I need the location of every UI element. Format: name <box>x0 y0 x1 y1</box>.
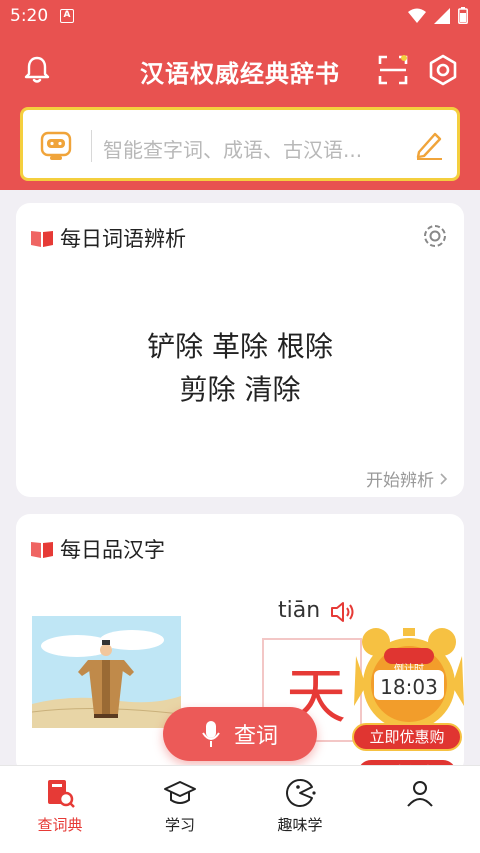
search-divider <box>91 130 92 162</box>
robot-assistant-icon[interactable] <box>39 128 73 162</box>
book-icon <box>31 542 53 558</box>
countdown-label: 倒计时 <box>394 664 424 675</box>
app-header: 5:20 A 汉语权威经典辞书 智能查字词、成语、古汉语... <box>0 0 480 190</box>
bell-icon[interactable] <box>22 54 52 84</box>
system-icons <box>408 7 468 24</box>
daily-words-card[interactable]: 每日词语辨析 铲除 革除 根除 剪除 清除 开始辨析 <box>16 203 464 497</box>
word-line-1: 铲除 革除 根除 <box>147 330 333 363</box>
system-nav-bar <box>0 846 480 853</box>
signal-icon <box>434 7 450 24</box>
tab-study-label: 学习 <box>164 816 195 834</box>
battery-icon <box>458 7 468 24</box>
scan-icon[interactable] <box>377 54 409 86</box>
book-icon <box>31 231 53 247</box>
word-line-2: 剪除 清除 <box>179 373 301 406</box>
graduation-cap-icon <box>164 781 196 804</box>
pinyin-text: tiān <box>278 598 321 623</box>
daily-character-header: 每日品汉字 <box>30 534 165 564</box>
wifi-icon <box>408 8 426 23</box>
bottom-tab-bar: 查词典 学习 趣味学 <box>0 765 480 853</box>
settings-gear-icon[interactable] <box>420 221 450 251</box>
search-bar[interactable]: 智能查字词、成语、古汉语... <box>20 107 460 181</box>
profile-icon <box>407 781 433 807</box>
tab-fun-learning-label: 趣味学 <box>277 816 323 834</box>
word-group: 铲除 革除 根除 剪除 清除 <box>16 325 464 411</box>
voice-search-label: 查词 <box>233 724 278 749</box>
game-icon <box>286 779 316 807</box>
countdown-time: 18:03 <box>380 675 438 699</box>
character-illustration[interactable] <box>32 616 181 728</box>
buy-now-button[interactable]: 立即优惠购 <box>352 723 462 751</box>
start-analysis-link[interactable]: 开始辨析 <box>366 466 448 491</box>
tab-fun-learning[interactable]: 趣味学 <box>255 776 345 835</box>
tab-study[interactable]: 学习 <box>135 776 225 835</box>
top-nav: 汉语权威经典辞书 <box>0 48 480 92</box>
handwriting-pen-icon[interactable] <box>413 128 445 160</box>
tab-dictionary[interactable]: 查词典 <box>15 776 105 835</box>
voice-search-button[interactable]: 查词 <box>163 707 317 761</box>
daily-words-title: 每日词语辨析 <box>60 227 186 251</box>
start-analysis-label: 开始辨析 <box>366 471 434 491</box>
daily-words-header: 每日词语辨析 <box>30 223 186 253</box>
app-notification-icon: A <box>60 9 74 23</box>
search-input[interactable]: 智能查字词、成语、古汉语... <box>103 134 403 163</box>
tab-dictionary-label: 查词典 <box>37 816 83 834</box>
daily-character-title: 每日品汉字 <box>60 538 165 562</box>
app-title: 汉语权威经典辞书 <box>140 59 340 88</box>
status-time: 5:20 <box>10 6 49 26</box>
microphone-icon <box>202 721 220 747</box>
chevron-right-icon <box>440 472 448 485</box>
dictionary-search-icon <box>48 780 75 808</box>
status-bar: 5:20 A <box>0 0 480 34</box>
tab-profile[interactable] <box>375 776 465 814</box>
settings-gear-icon[interactable] <box>427 54 459 86</box>
